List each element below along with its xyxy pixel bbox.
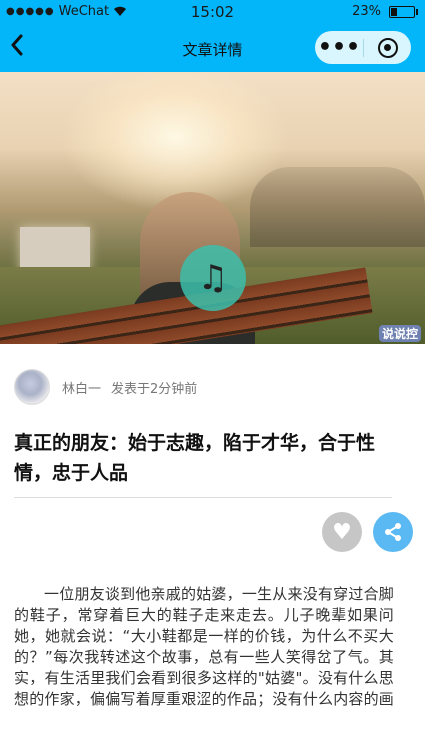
battery-percent: 23% — [352, 4, 381, 19]
author-row: 林白一 发表于2分钟前 — [14, 369, 197, 405]
watermark-logo: 说说控 — [378, 325, 421, 342]
post-time: 发表于2分钟前 — [111, 381, 198, 397]
close-ring-icon — [377, 37, 398, 58]
title-divider — [14, 497, 392, 498]
status-right: 23% — [352, 4, 418, 19]
mini-program-capsule: ••• — [315, 31, 411, 64]
author-name[interactable]: 林白一 — [62, 378, 101, 397]
background-house — [20, 227, 90, 272]
music-play-button[interactable]: ♫ — [180, 245, 246, 311]
share-icon — [385, 523, 401, 541]
like-button[interactable]: ♥ — [322, 512, 362, 552]
article-title: 真正的朋友：始于志趣，陷于才华，合于性情，忠于人品 — [14, 432, 376, 484]
avatar[interactable] — [14, 369, 50, 405]
battery-icon — [389, 5, 418, 18]
more-button[interactable]: ••• — [315, 36, 363, 58]
status-bar: ●●●●● WeChat 15:02 23% — [0, 0, 425, 24]
nav-bar: 文章详情 ••• — [0, 24, 425, 72]
article-body: 一位朋友谈到他亲戚的姑婆，一生从来没有穿过合脚的鞋子，常穿着巨大的鞋子走来走去。… — [14, 584, 394, 710]
article-body-text: 一位朋友谈到他亲戚的姑婆，一生从来没有穿过合脚的鞋子，常穿着巨大的鞋子走来走去。… — [14, 585, 395, 708]
music-note-icon: ♫ — [197, 258, 229, 298]
background-trees — [250, 167, 425, 247]
heart-icon: ♥ — [332, 519, 352, 545]
share-button[interactable] — [373, 512, 413, 552]
hero-image: ♫ 说说控 — [0, 72, 425, 344]
close-button[interactable] — [364, 37, 411, 58]
